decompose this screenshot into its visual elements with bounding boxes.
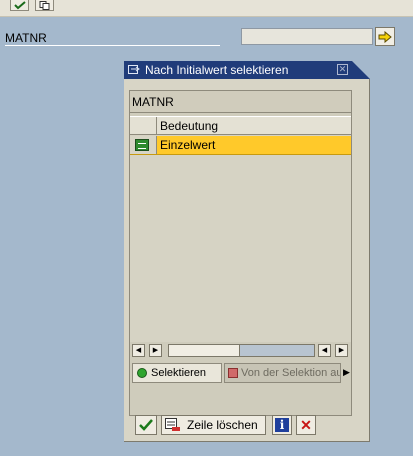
tab-selektieren[interactable]: Selektieren [132,363,222,383]
row-selector[interactable] [130,136,157,154]
dialog-footer: Zeile löschen i ✕ [124,411,370,442]
tab-strip: Selektieren Von der Selektion au ▶ [132,363,351,383]
tab-label: Von der Selektion au [241,367,341,379]
matnr-input[interactable] [241,28,373,45]
column-header-bedeutung[interactable]: Bedeutung [160,117,218,135]
row-label: Einzelwert [160,138,216,152]
single-value-icon [135,139,149,151]
panel-caption: MATNR [130,91,351,113]
copy-icon [39,0,49,10]
table-header: Bedeutung [130,116,351,135]
cancel-button[interactable]: ✕ [296,415,316,435]
copy-button[interactable] [35,0,54,11]
close-icon[interactable]: ✕ [337,64,348,75]
title-bar-corner [352,61,370,79]
scroll-thumb[interactable] [169,345,240,356]
tab-label: Selektieren [151,367,207,379]
check-icon [13,0,26,9]
tab-von-der-selektion[interactable]: Von der Selektion au [224,363,341,383]
value-table: Bedeutung Einzelwert [130,116,351,342]
info-icon: i [275,418,289,432]
matnr-label: MATNR [5,30,220,46]
dialog-icon [128,65,140,74]
check-icon [139,419,153,431]
scroll-track[interactable] [168,344,315,357]
confirm-button[interactable] [135,415,157,435]
red-square-icon [228,368,238,378]
horizontal-scrollbar[interactable]: ◀ ▶ ◀ ▶ [132,344,350,357]
dialog-title-bar[interactable]: Nach Initialwert selektieren ✕ [124,61,370,79]
info-button[interactable]: i [272,415,292,435]
scroll-left-end-icon[interactable]: ◀ [318,344,331,357]
application-toolbar [0,0,413,17]
arrow-right-icon [378,30,392,43]
check-button[interactable] [10,0,29,11]
scroll-right-end-icon[interactable]: ▶ [335,344,348,357]
selection-panel: MATNR Bedeutung Einzelwert ◀ ▶ ◀ ▶ Selek… [129,90,352,416]
delete-row-icon [165,418,180,431]
delete-row-button[interactable]: Zeile löschen [161,415,266,435]
tab-more-icon[interactable]: ▶ [343,367,350,378]
cancel-icon: ✕ [300,417,312,433]
scroll-right-icon[interactable]: ▶ [149,344,162,357]
green-dot-icon [137,368,147,378]
dialog-title: Nach Initialwert selektieren [145,63,289,77]
scroll-left-icon[interactable]: ◀ [132,344,145,357]
table-row[interactable]: Einzelwert [130,136,351,155]
go-button[interactable] [375,27,395,46]
delete-row-label: Zeile löschen [187,418,258,432]
select-all-cell[interactable] [130,117,157,135]
select-initial-value-dialog: Nach Initialwert selektieren ✕ MATNR Bed… [124,61,370,442]
